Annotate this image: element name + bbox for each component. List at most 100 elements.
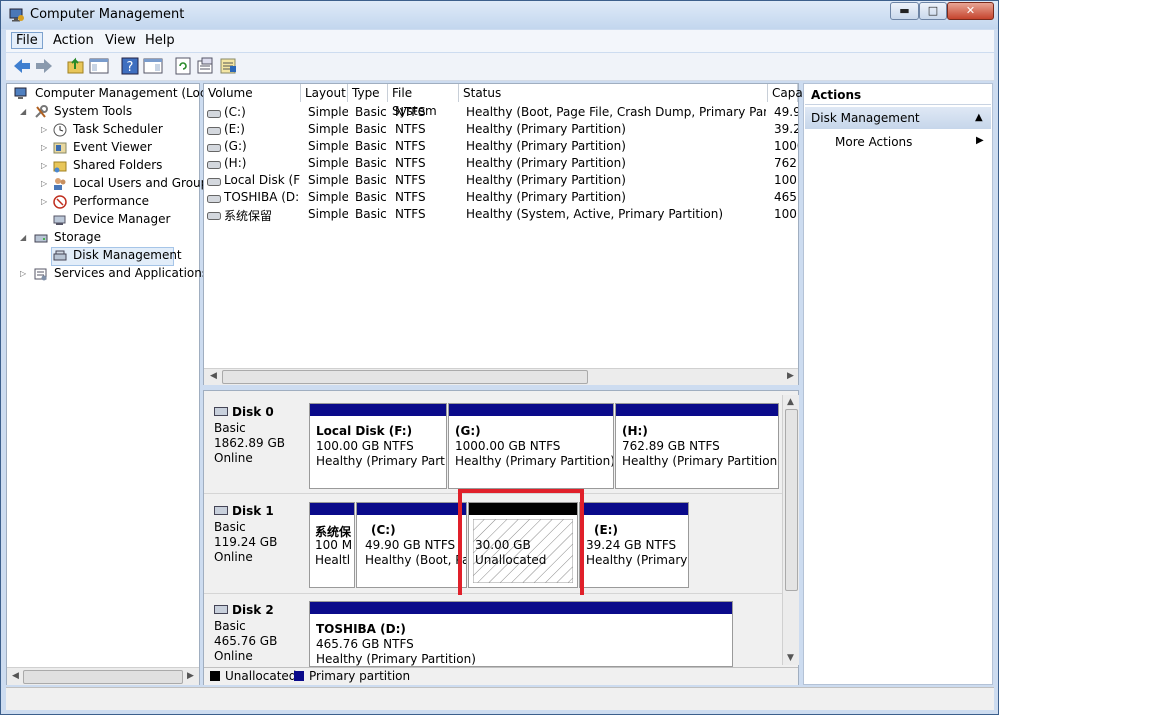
back-arrow-icon[interactable] xyxy=(12,57,32,75)
volume-cell-fs[interactable]: NTFS xyxy=(395,190,459,204)
scrollbar-thumb[interactable] xyxy=(23,670,183,684)
volume-cell-type[interactable]: Basic xyxy=(355,173,388,187)
disk-vertical-scrollbar[interactable]: ▲ ▼ xyxy=(782,395,799,665)
tree-storage[interactable]: Storage xyxy=(54,230,101,244)
scroll-left-icon[interactable]: ◀ xyxy=(210,371,217,381)
volume-cell-volume[interactable]: (H:) xyxy=(224,156,300,170)
volume-cell-fs[interactable]: NTFS xyxy=(395,105,459,119)
volume-cell-volume[interactable]: Local Disk (F:) xyxy=(224,173,300,187)
refresh-icon[interactable] xyxy=(174,57,194,75)
volume-cell-status[interactable]: Healthy (Primary Partition) xyxy=(466,139,766,153)
tree-task-scheduler[interactable]: Task Scheduler xyxy=(73,122,163,136)
volume-cell-fs[interactable]: NTFS xyxy=(395,207,459,221)
volume-cell-layout[interactable]: Simple xyxy=(308,139,348,153)
scrollbar-thumb[interactable] xyxy=(222,370,588,384)
volume-cell-fs[interactable]: NTFS xyxy=(395,156,459,170)
partition-f[interactable]: Local Disk (F:) 100.00 GB NTFS Healthy (… xyxy=(309,403,447,489)
partition-h[interactable]: (H:) 762.89 GB NTFS Healthy (Primary Par… xyxy=(615,403,779,489)
partition-e[interactable]: (E:) 39.24 GB NTFS Healthy (Primary F xyxy=(579,502,689,588)
volume-cell-volume[interactable]: TOSHIBA (D:) xyxy=(224,190,300,204)
properties-icon[interactable] xyxy=(196,57,216,75)
close-button[interactable]: ✕ xyxy=(947,2,994,20)
column-header-status[interactable]: Status xyxy=(459,84,768,102)
partition-c[interactable]: (C:) 49.90 GB NTFS Healthy (Boot, Pa xyxy=(356,502,467,588)
volume-cell-type[interactable]: Basic xyxy=(355,156,388,170)
volume-cell-capacity[interactable]: 100.0 xyxy=(774,173,798,187)
tree-horizontal-scrollbar[interactable]: ◀ ▶ xyxy=(7,667,199,685)
volume-cell-fs[interactable]: NTFS xyxy=(395,122,459,136)
disk0-info[interactable]: Disk 0 Basic 1862.89 GB Online xyxy=(208,403,308,485)
volume-cell-status[interactable]: Healthy (Primary Partition) xyxy=(466,190,766,204)
collapse-arrow-icon[interactable]: ▲ xyxy=(975,107,983,129)
collapsed-arrow-icon[interactable]: ▷ xyxy=(41,161,47,170)
column-header-file-system[interactable]: File System xyxy=(388,84,459,118)
title-bar[interactable]: Computer Management ▬ □ ✕ xyxy=(1,1,998,29)
column-header-layout[interactable]: Layout xyxy=(301,84,348,102)
volume-cell-layout[interactable]: Simple xyxy=(308,122,348,136)
scroll-right-icon[interactable]: ▶ xyxy=(187,671,194,681)
volume-cell-status[interactable]: Healthy (Primary Partition) xyxy=(466,122,766,136)
volume-cell-type[interactable]: Basic xyxy=(355,105,388,119)
tree-system-tools[interactable]: System Tools xyxy=(54,104,132,118)
volume-cell-capacity[interactable]: 762.8 xyxy=(774,156,798,170)
volume-cell-type[interactable]: Basic xyxy=(355,139,388,153)
scroll-up-icon[interactable]: ▲ xyxy=(787,397,794,407)
show-hide-console-tree-icon[interactable] xyxy=(89,57,109,75)
volume-cell-capacity[interactable]: 49.90 xyxy=(774,105,798,119)
expanded-arrow-icon[interactable]: ◢ xyxy=(20,233,26,242)
volume-cell-volume[interactable]: (G:) xyxy=(224,139,300,153)
tree-shared-folders[interactable]: Shared Folders xyxy=(73,158,162,172)
tree-computer-management[interactable]: Computer Management (Local xyxy=(35,86,217,100)
export-list-icon[interactable] xyxy=(219,57,239,75)
volume-cell-status[interactable]: Healthy (Primary Partition) xyxy=(466,156,766,170)
scroll-right-icon[interactable]: ▶ xyxy=(787,371,794,381)
scroll-left-icon[interactable]: ◀ xyxy=(12,671,19,681)
volume-cell-volume[interactable]: (C:) xyxy=(224,105,300,119)
collapsed-arrow-icon[interactable]: ▷ xyxy=(20,269,26,278)
volume-cell-fs[interactable]: NTFS xyxy=(395,173,459,187)
disk2-info[interactable]: Disk 2 Basic 465.76 GB Online xyxy=(208,601,308,667)
scroll-down-icon[interactable]: ▼ xyxy=(787,653,794,663)
volume-cell-capacity[interactable]: 39.24 xyxy=(774,122,798,136)
volume-cell-volume[interactable]: 系统保留 xyxy=(224,207,300,224)
partition-system-reserved[interactable]: 系统保 100 M Healtl xyxy=(309,502,355,588)
column-header-type[interactable]: Type xyxy=(348,84,388,102)
volume-cell-status[interactable]: Healthy (Boot, Page File, Crash Dump, Pr… xyxy=(466,105,766,119)
up-folder-icon[interactable] xyxy=(66,57,86,75)
volume-cell-layout[interactable]: Simple xyxy=(308,190,348,204)
tree-device-manager[interactable]: Device Manager xyxy=(73,212,170,226)
column-header-capacity[interactable]: Capa xyxy=(768,84,803,102)
collapsed-arrow-icon[interactable]: ▷ xyxy=(41,125,47,134)
partition-d[interactable]: TOSHIBA (D:) 465.76 GB NTFS Healthy (Pri… xyxy=(309,601,733,667)
volume-cell-capacity[interactable]: 465.7 xyxy=(774,190,798,204)
volume-cell-capacity[interactable]: 1000 xyxy=(774,139,798,153)
forward-arrow-icon[interactable] xyxy=(34,57,54,75)
volume-horizontal-scrollbar[interactable]: ◀ ▶ xyxy=(204,368,798,385)
volume-cell-fs[interactable]: NTFS xyxy=(395,139,459,153)
minimize-button[interactable]: ▬ xyxy=(890,2,919,20)
volume-cell-capacity[interactable]: 100 M xyxy=(774,207,798,221)
maximize-button[interactable]: □ xyxy=(919,2,947,20)
expanded-arrow-icon[interactable]: ◢ xyxy=(20,107,26,116)
volume-cell-layout[interactable]: Simple xyxy=(308,156,348,170)
tree-services-applications[interactable]: Services and Applications xyxy=(54,266,208,280)
volume-cell-type[interactable]: Basic xyxy=(355,207,388,221)
help-icon[interactable]: ? xyxy=(120,57,140,75)
menu-view[interactable]: View xyxy=(105,33,136,48)
tree-local-users-groups[interactable]: Local Users and Groups xyxy=(73,176,215,190)
disk1-info[interactable]: Disk 1 Basic 119.24 GB Online xyxy=(208,502,308,584)
volume-cell-layout[interactable]: Simple xyxy=(308,105,348,119)
tree-disk-management[interactable]: Disk Management xyxy=(73,248,182,262)
scrollbar-thumb[interactable] xyxy=(785,409,798,591)
menu-file[interactable]: File xyxy=(11,32,43,49)
volume-cell-layout[interactable]: Simple xyxy=(308,207,348,221)
volume-cell-layout[interactable]: Simple xyxy=(308,173,348,187)
menu-action[interactable]: Action xyxy=(53,33,94,48)
volume-cell-status[interactable]: Healthy (System, Active, Primary Partiti… xyxy=(466,207,766,221)
tree-event-viewer[interactable]: Event Viewer xyxy=(73,140,152,154)
volume-cell-type[interactable]: Basic xyxy=(355,122,388,136)
collapsed-arrow-icon[interactable]: ▷ xyxy=(41,143,47,152)
tree-performance[interactable]: Performance xyxy=(73,194,149,208)
actions-section-disk-management[interactable]: Disk Management ▲ xyxy=(805,107,991,129)
volume-cell-volume[interactable]: (E:) xyxy=(224,122,300,136)
